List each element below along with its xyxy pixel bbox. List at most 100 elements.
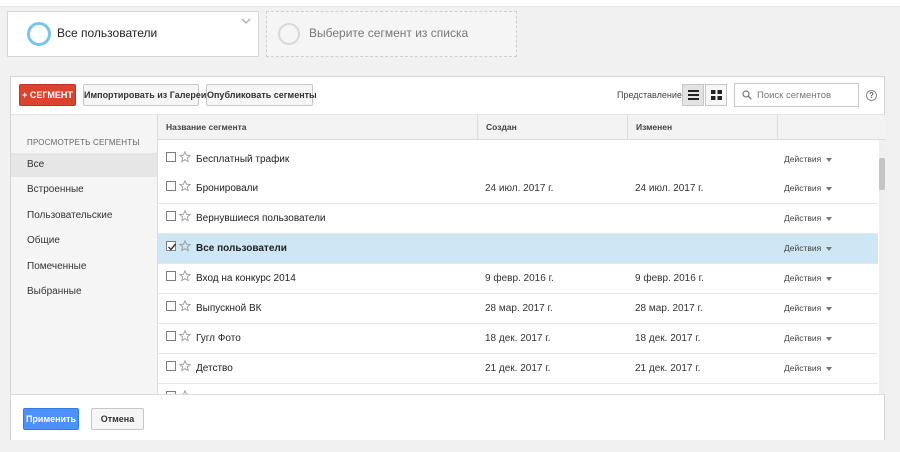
table-scrollbar[interactable] bbox=[879, 140, 885, 394]
actions-dropdown[interactable]: Действия bbox=[784, 273, 833, 283]
caret-down-icon bbox=[826, 336, 833, 341]
actions-dropdown[interactable]: Действия bbox=[784, 213, 833, 223]
table-row[interactable]: Выпускной ВК 28 мар. 2017 г. 28 мар. 2017 … bbox=[158, 294, 878, 324]
row-checkbox[interactable] bbox=[166, 271, 176, 281]
active-segment-slot[interactable]: Все пользователи bbox=[7, 11, 259, 57]
actions-dropdown[interactable]: Действия bbox=[784, 183, 833, 193]
empty-segment-placeholder: Выберите сегмент из списка bbox=[309, 26, 469, 40]
segment-name[interactable]: Бесплатный трафик bbox=[196, 154, 289, 165]
modified-date: 18 дек. 2017 г. bbox=[635, 333, 701, 344]
active-segment-name: Все пользователи bbox=[57, 26, 158, 40]
modified-date: 21 дек. 2017 г. bbox=[635, 363, 701, 374]
created-date: 21 дек. 2017 г. bbox=[485, 363, 551, 374]
modified-date: 9 февр. 2016 г. bbox=[635, 273, 704, 284]
star-icon[interactable] bbox=[178, 269, 192, 285]
column-header-created[interactable]: Создан bbox=[478, 115, 628, 140]
actions-dropdown[interactable]: Действия bbox=[784, 303, 833, 313]
actions-label: Действия bbox=[784, 243, 822, 253]
table-row[interactable]: Гугл Фото 18 дек. 2017 г. 18 дек. 2017 г. Д… bbox=[158, 324, 878, 354]
star-icon[interactable] bbox=[178, 359, 192, 375]
table-row[interactable]: 16 ... 2017 ...16 ... 2017 ...Действия bbox=[158, 384, 878, 394]
footer: Применить Отмена bbox=[11, 394, 884, 440]
table-row[interactable]: Бронировали 24 июл. 2017 г. 24 июл. 2017 г… bbox=[158, 174, 878, 204]
created-date: 28 мар. 2017 г. bbox=[485, 303, 553, 314]
star-icon[interactable] bbox=[178, 239, 192, 255]
star-icon[interactable] bbox=[178, 329, 192, 345]
import-from-gallery-button[interactable]: Импортировать из Галереи bbox=[83, 84, 206, 106]
actions-label: Действия bbox=[784, 213, 822, 223]
search-icon bbox=[742, 90, 752, 100]
sidebar-item-custom[interactable]: Пользовательские bbox=[11, 204, 157, 228]
actions-label: Действия bbox=[784, 363, 822, 373]
scrollbar-thumb[interactable] bbox=[879, 158, 885, 190]
table-row[interactable]: Детство 21 дек. 2017 г. 21 дек. 2017 г. Дей… bbox=[158, 354, 878, 384]
actions-dropdown[interactable]: Действия bbox=[784, 333, 833, 343]
sidebar-title: ПРОСМОТРЕТЬ СЕГМЕНТЫ bbox=[27, 138, 140, 147]
list-view-button[interactable] bbox=[682, 84, 704, 106]
cancel-button[interactable]: Отмена bbox=[91, 408, 144, 430]
help-icon[interactable]: ? bbox=[866, 90, 877, 101]
star-icon[interactable] bbox=[178, 299, 192, 315]
caret-down-icon bbox=[826, 186, 833, 191]
top-strip bbox=[0, 0, 900, 7]
empty-segment-slot[interactable]: Выберите сегмент из списка bbox=[266, 11, 517, 57]
star-icon[interactable] bbox=[178, 209, 192, 225]
search-input[interactable] bbox=[755, 87, 855, 103]
created-date: 9 февр. 2016 г. bbox=[485, 273, 554, 284]
table-row[interactable]: Все пользователи Действия bbox=[158, 234, 878, 264]
caret-down-icon bbox=[826, 276, 833, 281]
row-checkbox[interactable] bbox=[166, 152, 176, 162]
row-checkbox[interactable] bbox=[166, 301, 176, 311]
segment-name[interactable]: Все пользователи bbox=[196, 243, 287, 254]
sidebar-item-selected[interactable]: Выбранные bbox=[11, 280, 157, 304]
star-icon[interactable] bbox=[178, 179, 192, 195]
table-row[interactable]: Вход на конкурс 2014 9 февр. 2016 г. 9 фев… bbox=[158, 264, 878, 294]
created-date: 18 дек. 2017 г. bbox=[485, 333, 551, 344]
checkmark-icon bbox=[168, 243, 177, 251]
sidebar-item-builtin[interactable]: Встроенные bbox=[11, 178, 157, 202]
apply-button[interactable]: Применить bbox=[23, 408, 79, 430]
segments-table: Название сегмента Создан Изменен Бесплат… bbox=[158, 115, 885, 394]
segment-name[interactable]: Выпускной ВК bbox=[196, 303, 261, 314]
sidebar-item-starred[interactable]: Помеченные bbox=[11, 255, 157, 279]
table-row[interactable]: Вернувшиеся пользователи Действия bbox=[158, 204, 878, 234]
segment-ring-icon bbox=[27, 22, 51, 46]
chevron-down-icon[interactable] bbox=[241, 18, 251, 28]
segment-name[interactable]: Вход на конкурс 2014 bbox=[196, 273, 296, 284]
grid-view-icon bbox=[711, 90, 722, 100]
column-header-modified[interactable]: Изменен bbox=[628, 115, 778, 140]
sidebar-item-all[interactable]: Все bbox=[11, 153, 157, 177]
grid-view-button[interactable] bbox=[705, 84, 727, 106]
search-box bbox=[734, 83, 859, 107]
segment-name[interactable]: Гугл Фото bbox=[196, 333, 241, 344]
star-icon[interactable] bbox=[178, 150, 192, 166]
actions-dropdown[interactable]: Действия bbox=[784, 243, 833, 253]
actions-dropdown[interactable]: Действия bbox=[784, 363, 833, 373]
column-header-name[interactable]: Название сегмента bbox=[158, 115, 478, 140]
modified-date: 24 июл. 2017 г. bbox=[635, 183, 704, 194]
actions-label: Действия bbox=[784, 183, 822, 193]
table-header: Название сегмента Создан Изменен bbox=[158, 115, 885, 140]
actions-label: Действия bbox=[784, 303, 822, 313]
sidebar-item-shared[interactable]: Общие bbox=[11, 229, 157, 253]
caret-down-icon bbox=[826, 157, 833, 162]
table-body: Бесплатный трафик Действия Бронировали 24 и… bbox=[158, 140, 878, 394]
row-checkbox[interactable] bbox=[166, 181, 176, 191]
actions-label: Действия bbox=[784, 154, 822, 164]
table-row[interactable]: Бесплатный трафик Действия bbox=[158, 145, 878, 175]
row-checkbox[interactable] bbox=[166, 211, 176, 221]
row-checkbox[interactable] bbox=[166, 241, 177, 251]
segment-name[interactable]: Бронировали bbox=[196, 183, 258, 194]
segment-name[interactable]: Вернувшиеся пользователи bbox=[196, 213, 326, 224]
sidebar: ПРОСМОТРЕТЬ СЕГМЕНТЫ Все Встроенные Поль… bbox=[11, 115, 158, 394]
caret-down-icon bbox=[826, 306, 833, 311]
column-header-actions bbox=[778, 115, 885, 140]
empty-ring-icon bbox=[278, 23, 300, 45]
row-checkbox[interactable] bbox=[166, 331, 176, 341]
new-segment-button[interactable]: + СЕГМЕНТ bbox=[19, 84, 76, 106]
actions-dropdown[interactable]: Действия bbox=[784, 154, 833, 164]
row-checkbox[interactable] bbox=[166, 361, 176, 371]
publish-segments-button[interactable]: Опубликовать сегменты bbox=[206, 84, 317, 106]
modified-date: 28 мар. 2017 г. bbox=[635, 303, 703, 314]
segment-name[interactable]: Детство bbox=[196, 363, 233, 374]
